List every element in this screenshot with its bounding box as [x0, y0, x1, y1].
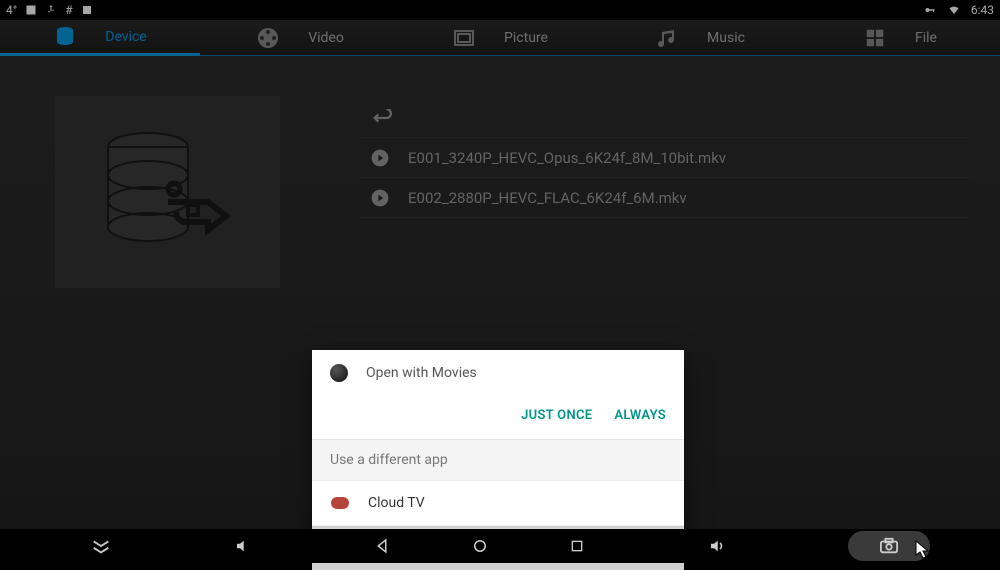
collapse-icon[interactable]: [90, 537, 112, 555]
mouse-cursor: [915, 540, 931, 560]
volume-up-icon[interactable]: [706, 537, 728, 555]
app-label: Cloud TV: [368, 495, 425, 511]
different-app-header: Use a different app: [312, 439, 684, 480]
dialog-header: Open with Movies: [312, 350, 684, 396]
volume-down-icon[interactable]: [233, 537, 253, 555]
system-nav-bar: [0, 529, 1000, 563]
nav-back-icon[interactable]: [373, 537, 391, 555]
nav-recents-icon[interactable]: [569, 538, 585, 554]
nav-home-icon[interactable]: [471, 537, 489, 555]
cloudtv-icon: [330, 493, 350, 513]
dialog-title: Open with Movies: [366, 365, 477, 381]
open-with-dialog-overlay[interactable]: Open with Movies JUST ONCE ALWAYS Use a …: [0, 0, 1000, 563]
always-button[interactable]: ALWAYS: [614, 408, 666, 423]
dialog-actions: JUST ONCE ALWAYS: [312, 396, 684, 439]
app-row-cloudtv[interactable]: Cloud TV: [312, 480, 684, 525]
just-once-button[interactable]: JUST ONCE: [521, 408, 592, 423]
movies-icon: [330, 364, 348, 382]
